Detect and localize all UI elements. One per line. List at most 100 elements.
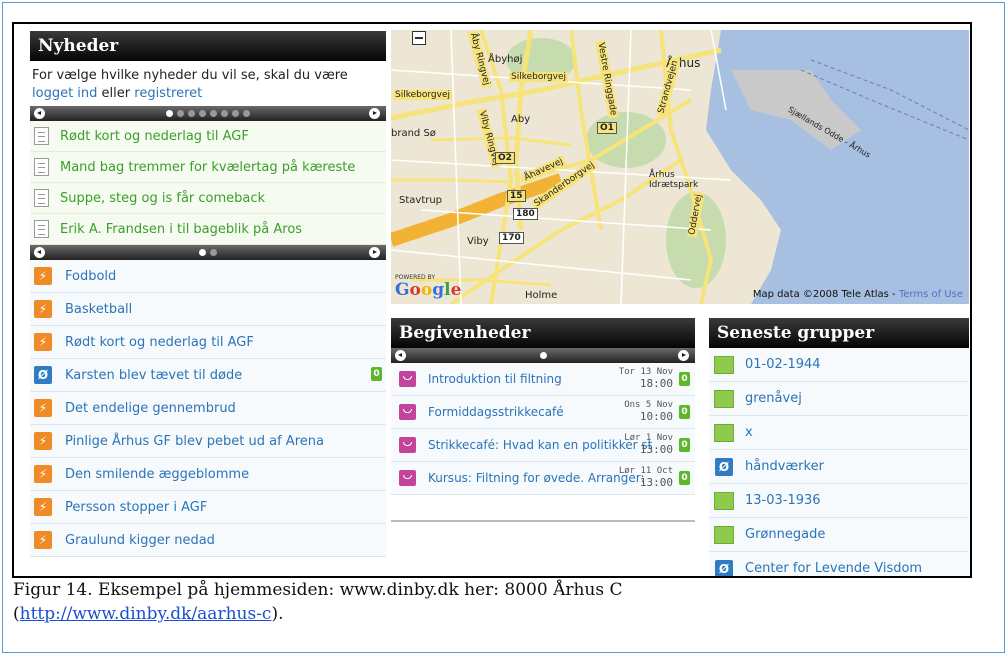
divider bbox=[391, 520, 695, 522]
runner-icon: ⚡ bbox=[34, 531, 52, 549]
pager-dot[interactable] bbox=[199, 249, 206, 256]
group-green-icon bbox=[714, 525, 734, 544]
group-item[interactable]: grenåvej bbox=[709, 382, 969, 416]
events-panel: Begivenheder Introduktion til filtning T… bbox=[391, 318, 695, 522]
news-intro: For vælge hvilke nyheder du vil se, skal… bbox=[32, 68, 348, 101]
terms-link[interactable]: Terms of Use bbox=[899, 289, 963, 300]
group-green-icon bbox=[714, 389, 734, 408]
runner-icon: ⚡ bbox=[34, 399, 52, 417]
event-item[interactable]: Formiddagsstrikkecafé Ons 5 Nov 10:00 0 bbox=[391, 396, 695, 429]
groups-header: Seneste grupper bbox=[709, 318, 969, 348]
activity-item[interactable]: Ø Karsten blev tævet til døde 0 bbox=[30, 359, 386, 392]
document-icon bbox=[34, 127, 49, 145]
events-header: Begivenheder bbox=[391, 318, 695, 348]
map-attribution: Map data ©2008 Tele Atlas - Terms of Use bbox=[752, 289, 963, 300]
zoom-out-icon[interactable] bbox=[412, 31, 426, 45]
groups-panel: Seneste grupper 01-02-1944 grenåvej x Øh… bbox=[709, 318, 969, 576]
document-icon bbox=[34, 220, 49, 238]
activity-item[interactable]: ⚡ Basketball bbox=[30, 293, 386, 326]
runner-icon: ⚡ bbox=[34, 465, 52, 483]
event-smiley-icon bbox=[399, 371, 416, 387]
road-shield-o1: O1 bbox=[597, 122, 617, 134]
comment-count-badge[interactable]: 0 bbox=[679, 405, 690, 419]
events-pager bbox=[391, 348, 695, 363]
group-green-icon bbox=[714, 491, 734, 510]
login-link[interactable]: logget ind bbox=[32, 86, 97, 101]
group-green-icon bbox=[714, 423, 734, 442]
event-date: Tor 13 Nov 18:00 bbox=[618, 367, 673, 390]
pager-dots bbox=[391, 352, 695, 359]
comment-count-badge[interactable]: 0 bbox=[679, 471, 690, 485]
activity-item[interactable]: ⚡ Persson stopper i AGF bbox=[30, 491, 386, 524]
comment-count-badge[interactable]: 0 bbox=[679, 372, 690, 386]
pager-dot[interactable] bbox=[243, 110, 250, 117]
pager-dot[interactable] bbox=[177, 110, 184, 117]
road-shield-15: 15 bbox=[507, 190, 526, 202]
comment-count-badge[interactable]: 0 bbox=[679, 438, 690, 452]
news-item[interactable]: Mand bag tremmer for kvælertag på kærest… bbox=[30, 152, 386, 183]
activity-item[interactable]: ⚡ Graulund kigger nedad bbox=[30, 524, 386, 557]
activity-item[interactable]: ⚡ Den smilende æggeblomme bbox=[30, 458, 386, 491]
google-logo[interactable]: Google bbox=[395, 280, 461, 300]
runner-icon: ⚡ bbox=[34, 300, 52, 318]
caption-link[interactable]: http://www.dinby.dk/aarhus-c bbox=[20, 604, 272, 624]
pager-next-icon[interactable] bbox=[369, 108, 380, 119]
group-item[interactable]: 01-02-1944 bbox=[709, 348, 969, 382]
news-column: Nyheder For vælge hvilke nyheder du vil … bbox=[30, 31, 386, 557]
event-date: Lør 11 Oct 13:00 bbox=[618, 466, 673, 489]
runner-icon: ⚡ bbox=[34, 267, 52, 285]
news-item[interactable]: Suppe, steg og is får comeback bbox=[30, 183, 386, 214]
group-item[interactable]: Grønnegade bbox=[709, 518, 969, 552]
road-shield-170: 170 bbox=[499, 232, 524, 244]
pager-dot[interactable] bbox=[232, 110, 239, 117]
pager-dot[interactable] bbox=[199, 110, 206, 117]
pager-next-icon[interactable] bbox=[678, 350, 689, 361]
event-smiley-icon bbox=[399, 437, 416, 453]
runner-icon: ⚡ bbox=[34, 333, 52, 351]
activity-item[interactable]: ⚡ Det endelige gennembrud bbox=[30, 392, 386, 425]
group-green-icon bbox=[714, 355, 734, 374]
event-date: Ons 5 Nov 10:00 bbox=[624, 400, 673, 423]
document-icon bbox=[34, 158, 49, 176]
pager-dots bbox=[30, 110, 386, 117]
website-screenshot: Nyheder For vælge hvilke nyheder du vil … bbox=[12, 22, 972, 578]
event-smiley-icon bbox=[399, 470, 416, 486]
news-item[interactable]: Erik A. Frandsen i til bageblik på Aros bbox=[30, 214, 386, 245]
event-item[interactable]: Kursus: Filtning for øvede. Arranger: Lø… bbox=[391, 462, 695, 495]
pager-dots bbox=[30, 249, 386, 256]
news-header: Nyheder bbox=[30, 31, 386, 61]
pager-dot[interactable] bbox=[210, 249, 217, 256]
city-map[interactable]: Åbyhøj Århus Aby brand Sø Stavtrup Viby … bbox=[391, 30, 969, 304]
event-item[interactable]: Introduktion til filtning Tor 13 Nov 18:0… bbox=[391, 363, 695, 396]
activity-item[interactable]: ⚡ Fodbold bbox=[30, 260, 386, 293]
figure-caption: Figur 14. Eksempel på hjemmesiden: www.d… bbox=[13, 580, 623, 624]
pager-next-icon[interactable] bbox=[369, 247, 380, 258]
activity-pager bbox=[30, 245, 386, 260]
runner-icon: ⚡ bbox=[34, 432, 52, 450]
pager-dot[interactable] bbox=[539, 352, 547, 359]
event-date: Lør 1 Nov 13:00 bbox=[624, 433, 673, 456]
news-item[interactable]: Rødt kort og nederlag til AGF bbox=[30, 121, 386, 152]
document-icon bbox=[34, 189, 49, 207]
group-icon: Ø bbox=[34, 366, 52, 384]
runner-icon: ⚡ bbox=[34, 498, 52, 516]
event-smiley-icon bbox=[399, 404, 416, 420]
group-item[interactable]: Øhåndværker bbox=[709, 450, 969, 484]
event-item[interactable]: Strikkecafé: Hvad kan en politikker st L… bbox=[391, 429, 695, 462]
register-link[interactable]: registreret bbox=[134, 86, 202, 101]
group-item[interactable]: 13-03-1936 bbox=[709, 484, 969, 518]
group-blue-icon: Ø bbox=[715, 559, 733, 576]
group-item[interactable]: Ø Center for Levende Visdom bbox=[709, 552, 969, 576]
group-item[interactable]: x bbox=[709, 416, 969, 450]
activity-item[interactable]: ⚡ Rødt kort og nederlag til AGF bbox=[30, 326, 386, 359]
road-shield-180: 180 bbox=[513, 208, 538, 220]
pager-dot[interactable] bbox=[166, 110, 173, 117]
road-shield-o2: O2 bbox=[495, 152, 515, 164]
news-pager bbox=[30, 106, 386, 121]
pager-dot[interactable] bbox=[221, 110, 228, 117]
group-blue-icon: Ø bbox=[715, 457, 733, 476]
pager-dot[interactable] bbox=[210, 110, 217, 117]
pager-dot[interactable] bbox=[188, 110, 195, 117]
comment-count-badge[interactable]: 0 bbox=[371, 367, 382, 381]
activity-item[interactable]: ⚡ Pinlige Århus GF blev pebet ud af Arena bbox=[30, 425, 386, 458]
